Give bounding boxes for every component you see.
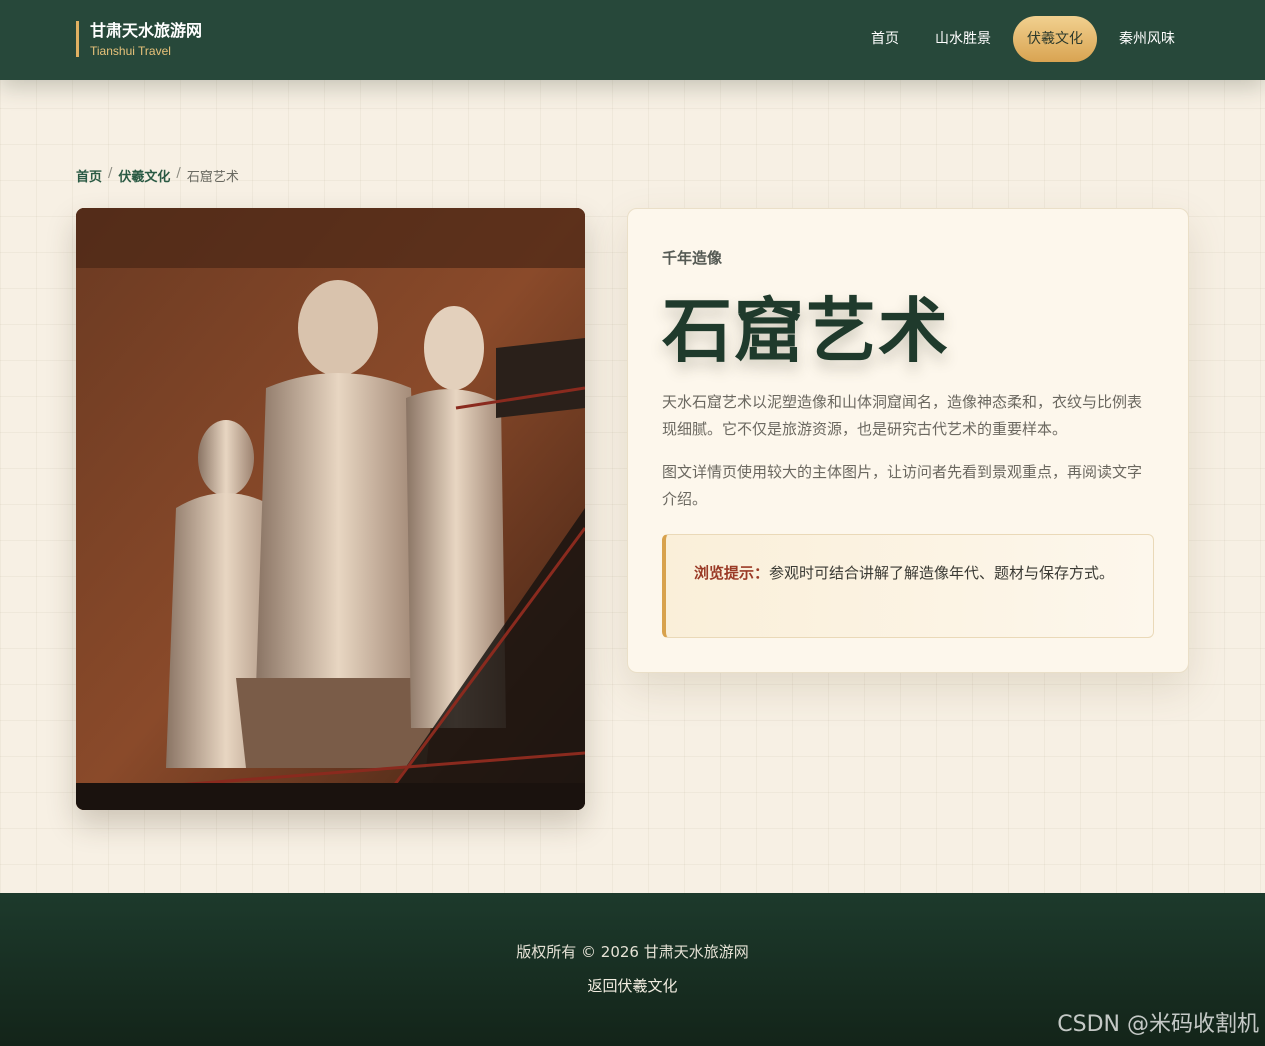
nav-item-scenery[interactable]: 山水胜景 xyxy=(921,16,1005,62)
breadcrumb-home-link[interactable]: 首页 xyxy=(76,166,102,185)
browse-tip-box: 浏览提示：参观时可结合讲解了解造像年代、题材与保存方式。 xyxy=(662,534,1154,638)
brand-logo[interactable]: 甘肃天水旅游网 Tianshui Travel xyxy=(76,21,203,58)
breadcrumb-separator: / xyxy=(108,166,113,181)
breadcrumb-section-link[interactable]: 伏羲文化 xyxy=(118,166,170,185)
site-footer: 版权所有 © 2026 甘肃天水旅游网 返回伏羲文化 CSDN @米码收割机 xyxy=(0,893,1265,1046)
nav-item-home[interactable]: 首页 xyxy=(857,16,913,62)
article-eyebrow: 千年造像 xyxy=(662,249,723,267)
tip-text: 参观时可结合讲解了解造像年代、题材与保存方式。 xyxy=(769,564,1115,582)
article-paragraph: 天水石窟艺术以泥塑造像和山体洞窟闻名，造像神态柔和，衣纹与比例表现细腻。它不仅是… xyxy=(662,393,1143,438)
grotto-photo xyxy=(76,208,585,810)
nav-item-qinzhou-food[interactable]: 秦州风味 xyxy=(1105,16,1189,62)
grotto-statues-image xyxy=(76,208,585,810)
article-card: 千年造像 石窟艺术 天水石窟艺术以泥塑造像和山体洞窟闻名，造像神态柔和，衣纹与比… xyxy=(627,208,1189,673)
breadcrumb: 首页 / 伏羲文化 / 石窟艺术 xyxy=(76,166,239,185)
brand-title: 甘肃天水旅游网 xyxy=(90,21,203,40)
copyright-text: 版权所有 © 2026 甘肃天水旅游网 xyxy=(516,943,749,961)
tip-label: 浏览提示： xyxy=(694,564,770,582)
article-title: 石窟艺术 xyxy=(662,290,950,372)
breadcrumb-separator: / xyxy=(176,166,181,181)
article-paragraph: 图文详情页使用较大的主体图片，让访问者先看到景观重点，再阅读文字介绍。 xyxy=(662,463,1143,508)
brand-subtitle: Tianshui Travel xyxy=(90,44,171,58)
breadcrumb-current: 石窟艺术 xyxy=(186,170,239,185)
site-header: 甘肃天水旅游网 Tianshui Travel 首页 山水胜景 伏羲文化 秦州风… xyxy=(0,0,1265,80)
nav-item-fuxi-culture[interactable]: 伏羲文化 xyxy=(1013,16,1097,62)
back-to-section-link[interactable]: 返回伏羲文化 xyxy=(0,975,1265,996)
watermark: CSDN @米码收割机 xyxy=(1057,1012,1259,1037)
main-nav: 首页 山水胜景 伏羲文化 秦州风味 xyxy=(857,16,1189,62)
